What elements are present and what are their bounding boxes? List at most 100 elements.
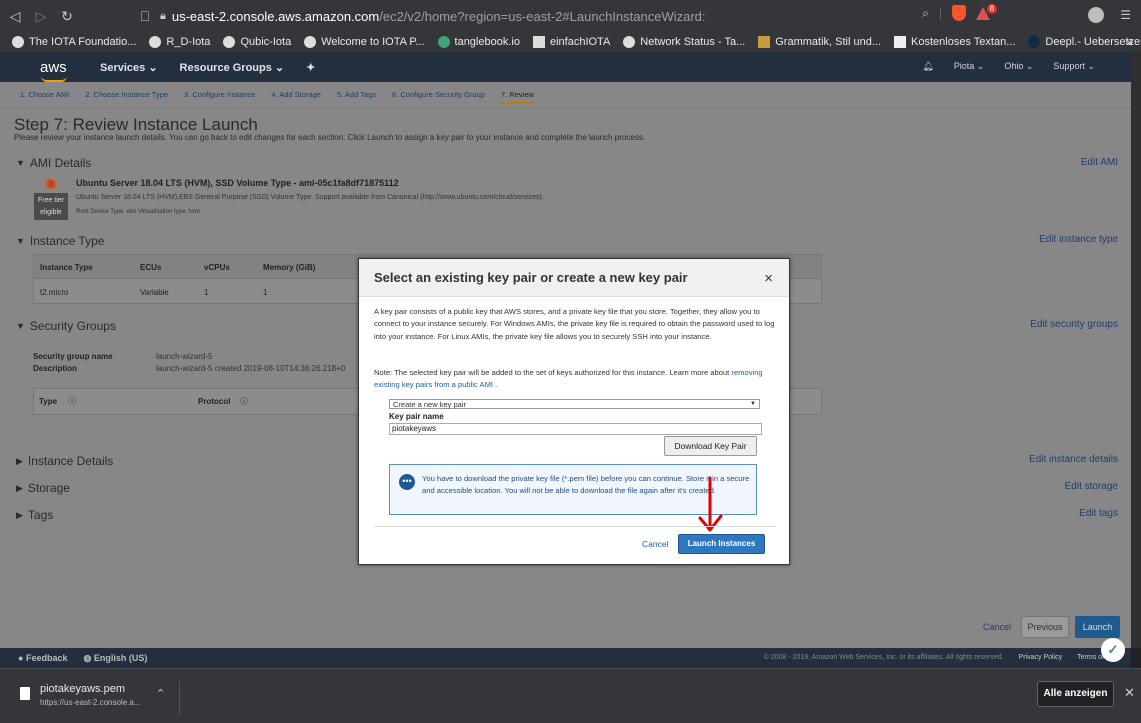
- deepl-icon: [1028, 36, 1041, 48]
- chevron-up-icon[interactable]: ⌃: [156, 687, 165, 700]
- sg-description-label: Description: [33, 364, 78, 373]
- globe-icon: ◍: [83, 652, 92, 663]
- section-storage[interactable]: ▶ Storage: [16, 481, 70, 495]
- caret-right-icon: ▶: [16, 455, 23, 466]
- step-tab[interactable]: 3. Configure Instance: [184, 85, 255, 104]
- download-item[interactable]: piotakeyaws.pem https://us-east-2.consol…: [14, 681, 180, 715]
- key-pair-option-select[interactable]: Create a new key pair ▼: [389, 399, 760, 409]
- table-header-cell: vCPUs: [204, 263, 230, 272]
- bookmark-item[interactable]: tanglebook.io: [437, 36, 520, 48]
- ubuntu-icon: [45, 178, 57, 190]
- sg-name-label: Security group name: [33, 352, 113, 361]
- services-menu[interactable]: Services ⌄: [100, 61, 158, 74]
- key-pair-note: Note: The selected key pair will be adde…: [374, 368, 763, 390]
- browser-toolbar: ◁ ▷ ↻ ⎕ 🔒︎ us-east-2.console.aws.amazon.…: [0, 0, 1141, 32]
- bookmark-item[interactable]: Qubic-Iota: [223, 36, 291, 48]
- previous-button[interactable]: Previous: [1021, 616, 1069, 638]
- close-icon[interactable]: ×: [764, 270, 773, 287]
- page-title: Step 7: Review Instance Launch: [14, 115, 258, 134]
- caret-down-icon: ▼: [16, 321, 25, 331]
- page-scrollbar[interactable]: [1131, 52, 1141, 648]
- section-security-groups[interactable]: ▼ Security Groups: [16, 319, 116, 333]
- bookmark-item[interactable]: R_D-Iota: [149, 36, 210, 48]
- file-icon: [20, 687, 30, 700]
- step-tab-active[interactable]: 7. Review: [501, 85, 534, 104]
- back-icon[interactable]: ◁: [4, 5, 26, 27]
- step-tab[interactable]: 4. Add Storage: [271, 85, 321, 104]
- step-tab[interactable]: 5. Add Tags: [337, 85, 376, 104]
- zoom-icon[interactable]: ⌕: [922, 6, 929, 21]
- download-key-pair-button[interactable]: Download Key Pair: [664, 436, 757, 456]
- table-cell: t2.micro: [40, 288, 69, 297]
- ami-name: Ubuntu Server 18.04 LTS (HVM), SSD Volum…: [76, 178, 399, 188]
- section-ami[interactable]: ▼ AMI Details: [16, 156, 91, 170]
- rewards-badge: 8: [987, 3, 997, 14]
- edit-instance-details-link[interactable]: Edit instance details: [1029, 454, 1118, 465]
- section-instance-details[interactable]: ▶ Instance Details: [16, 454, 113, 468]
- table-cell: 1: [263, 288, 268, 297]
- brave-rewards-icon[interactable]: 8: [976, 3, 997, 20]
- edit-storage-link[interactable]: Edit storage: [1065, 481, 1118, 492]
- bookmark-icon[interactable]: ⎕: [134, 5, 156, 27]
- forward-icon[interactable]: ▷: [30, 5, 52, 27]
- info-icon[interactable]: ⓘ: [68, 396, 76, 407]
- region-menu[interactable]: Ohio ⌄: [1004, 61, 1033, 72]
- menu-icon[interactable]: ☰: [1120, 8, 1131, 22]
- bookmark-item[interactable]: Kostenloses Textan...: [894, 36, 1015, 48]
- bookmark-item[interactable]: Deepl.- Uebersetzer: [1028, 36, 1141, 48]
- table-header-cell: Memory (GiB): [263, 263, 316, 272]
- modal-cancel-link[interactable]: Cancel: [642, 539, 668, 549]
- bookmark-item[interactable]: Welcome to IOTA P...: [304, 36, 425, 48]
- language-selector[interactable]: ◍ English (US): [83, 653, 147, 664]
- bookmark-item[interactable]: Grammatik, Stil und...: [758, 36, 881, 48]
- info-icon[interactable]: ⓘ: [240, 396, 248, 407]
- edit-tags-link[interactable]: Edit tags: [1079, 508, 1118, 519]
- modal-title: Select an existing key pair or create a …: [374, 270, 688, 285]
- brave-shield-icon[interactable]: [952, 5, 966, 21]
- privacy-policy-link[interactable]: Privacy Policy: [1019, 654, 1063, 661]
- step-tab[interactable]: 6. Configure Security Group: [392, 85, 485, 104]
- bookmarks-more-button[interactable]: »: [1126, 35, 1133, 49]
- security-shield-icon[interactable]: ✓: [1101, 638, 1125, 662]
- key-pair-name-input[interactable]: piotakeyaws: [389, 423, 762, 435]
- profile-avatar[interactable]: [1088, 7, 1105, 23]
- url-path: /ec2/v2/home?region=us-east-2#LaunchInst…: [379, 8, 706, 24]
- show-all-button[interactable]: Alle anzeigen: [1037, 681, 1114, 707]
- account-menu[interactable]: Piota ⌄: [954, 61, 985, 72]
- wizard-steps: 1. Choose AMI 2. Choose Instance Type 3.…: [0, 82, 1131, 108]
- key-pair-explanation: A key pair consists of a public key that…: [374, 307, 775, 341]
- edit-instance-type-link[interactable]: Edit instance type: [1039, 234, 1118, 245]
- step-tab[interactable]: 2. Choose Instance Type: [85, 85, 168, 104]
- launch-instances-button[interactable]: Launch Instances: [678, 534, 765, 554]
- feedback-link[interactable]: ● Feedback: [18, 653, 67, 664]
- aws-smile-icon: [41, 76, 67, 82]
- address-bar[interactable]: 🔒︎ us-east-2.console.aws.amazon.com/ec2/…: [160, 3, 997, 27]
- ami-meta: Root Device Type: ebs Virtualization typ…: [76, 209, 200, 215]
- bell-icon[interactable]: 🔔︎: [922, 61, 933, 72]
- cancel-link[interactable]: Cancel: [983, 622, 1011, 632]
- section-tags[interactable]: ▶ Tags: [16, 508, 53, 522]
- pin-icon[interactable]: ✦: [306, 61, 315, 74]
- table-header-cell: Instance Type: [40, 263, 93, 272]
- close-icon[interactable]: ✕: [1124, 685, 1135, 701]
- chat-icon: ●: [18, 652, 24, 663]
- launch-button[interactable]: Launch: [1075, 616, 1120, 638]
- step-tab[interactable]: 1. Choose AMI: [20, 85, 69, 104]
- edit-ami-link[interactable]: Edit AMI: [1081, 157, 1118, 168]
- section-instance-type[interactable]: ▼ Instance Type: [16, 234, 104, 248]
- resource-groups-menu[interactable]: Resource Groups ⌄: [180, 61, 285, 74]
- copyright-text: © 2008 - 2019, Amazon Web Services, Inc.…: [763, 654, 1004, 661]
- aws-logo[interactable]: aws: [40, 59, 70, 82]
- key-pair-modal: Select an existing key pair or create a …: [358, 258, 790, 565]
- screen: ◁ ▷ ↻ ⎕ 🔒︎ us-east-2.console.aws.amazon.…: [0, 0, 1141, 723]
- reload-icon[interactable]: ↻: [56, 5, 78, 27]
- support-menu[interactable]: Support ⌄: [1053, 61, 1095, 72]
- edit-security-groups-link[interactable]: Edit security groups: [1030, 319, 1118, 330]
- caret-down-icon: ▼: [16, 236, 25, 246]
- globe-icon: [304, 36, 317, 48]
- bookmark-item[interactable]: The IOTA Foundatio...: [12, 36, 136, 48]
- bookmark-item[interactable]: einfachIOTA: [532, 36, 610, 48]
- download-bar: piotakeyaws.pem https://us-east-2.consol…: [0, 668, 1141, 723]
- site-icon: [532, 36, 545, 48]
- bookmark-item[interactable]: Network Status - Ta...: [623, 36, 745, 48]
